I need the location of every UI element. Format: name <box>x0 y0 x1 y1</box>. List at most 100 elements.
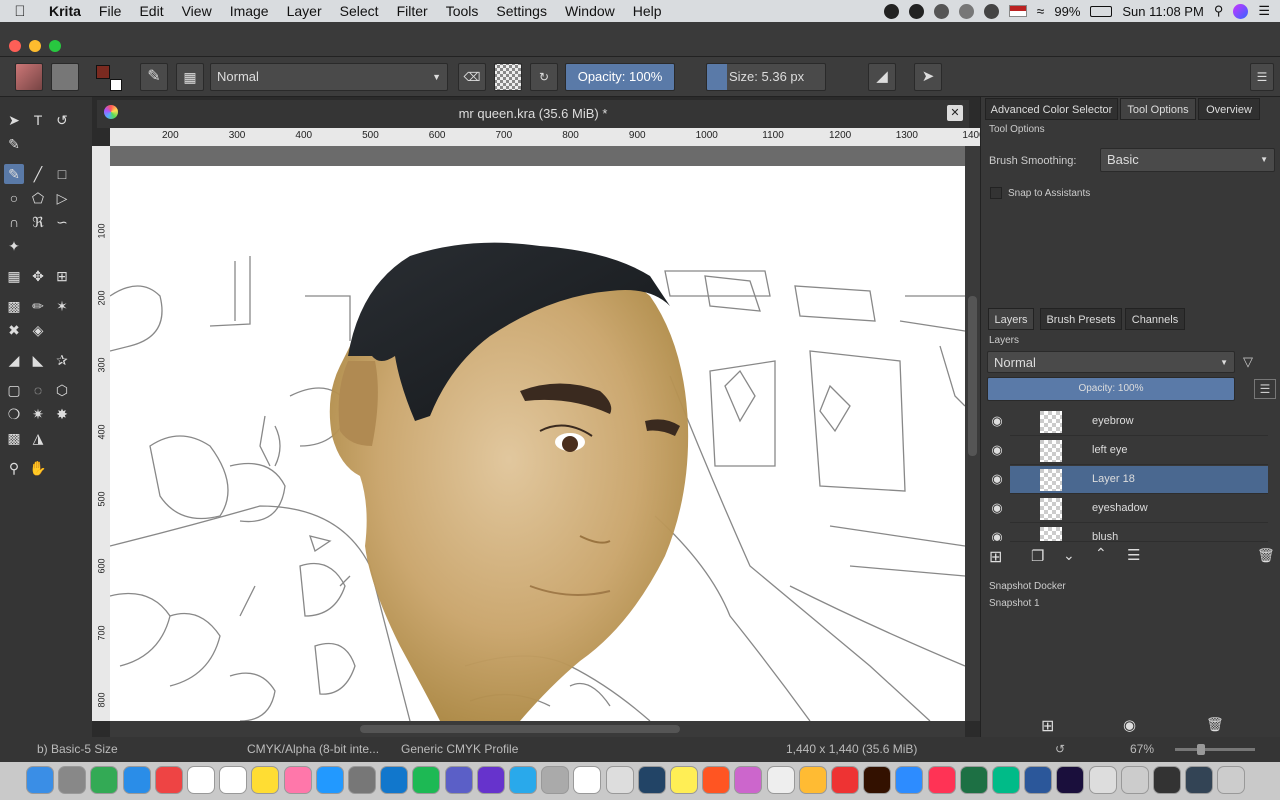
chrome-icon[interactable] <box>154 766 183 794</box>
hamburger-menu-icon[interactable]: ☰ <box>1250 63 1274 91</box>
headphones-icon[interactable] <box>958 3 974 19</box>
close-document-icon[interactable]: ✕ <box>947 105 963 121</box>
menu-image[interactable]: Image <box>221 3 278 19</box>
file-icon[interactable] <box>541 766 570 794</box>
layer-row-eyebrow[interactable]: eyebrow <box>1010 408 1268 436</box>
word-icon[interactable] <box>1024 766 1053 794</box>
contiguous-select-icon[interactable]: ✷ <box>28 404 48 424</box>
brush-preset-button[interactable]: ✎ <box>140 63 168 91</box>
layer-row-left-eye[interactable]: left eye <box>1010 437 1268 465</box>
telegram-icon[interactable] <box>509 766 537 794</box>
brave-icon[interactable] <box>702 766 731 794</box>
mission-control-icon[interactable] <box>90 766 119 794</box>
camera-icon[interactable]: ◉ <box>1123 716 1136 734</box>
visibility-eye-icon[interactable]: ◉ <box>988 529 1006 541</box>
canvas[interactable] <box>110 146 965 721</box>
visibility-eye-icon[interactable]: ◉ <box>988 442 1006 460</box>
layer-opacity-slider[interactable]: Opacity: 100% <box>987 377 1235 401</box>
screen-capture-icon[interactable] <box>1185 766 1214 794</box>
layer-row-eyeshadow[interactable]: eyeshadow <box>1010 495 1268 523</box>
menu-filter[interactable]: Filter <box>388 3 437 19</box>
duplicate-layer-icon[interactable]: ❐ <box>1031 547 1044 565</box>
photos-icon[interactable] <box>283 766 312 794</box>
menu-window[interactable]: Window <box>556 3 624 19</box>
wifi-icon[interactable]: ≈ <box>1037 3 1045 19</box>
reminders-icon[interactable] <box>219 766 248 794</box>
search-icon[interactable]: ⚲ <box>1214 3 1224 19</box>
move-layer-up-icon[interactable]: ⌃ <box>1095 545 1107 562</box>
tab-overview[interactable]: Overview <box>1198 98 1260 120</box>
tab-tool-options[interactable]: Tool Options <box>1120 98 1196 120</box>
status-zoom-level[interactable]: 67% <box>1130 737 1154 762</box>
siri-icon[interactable] <box>1233 3 1249 19</box>
chrome-canary-icon[interactable] <box>798 766 827 794</box>
menu-edit[interactable]: Edit <box>130 3 172 19</box>
filter-icon[interactable]: ▽ <box>1243 354 1253 370</box>
stickies-icon[interactable] <box>670 766 698 794</box>
rect-select-icon[interactable]: ▢ <box>4 380 24 400</box>
ellipse-select-icon[interactable]: ◌ <box>28 380 48 400</box>
pattern-preset-button[interactable] <box>51 63 79 91</box>
screenshot-icon[interactable] <box>1153 766 1181 794</box>
polygon-select-icon[interactable]: ⬡ <box>52 380 72 400</box>
sync-icon[interactable] <box>933 3 949 19</box>
menu-tools[interactable]: Tools <box>437 3 488 19</box>
rectangle-tool-icon[interactable]: □ <box>52 164 72 184</box>
help-icon[interactable] <box>766 766 795 794</box>
notes-icon[interactable] <box>251 766 280 794</box>
launchpad-icon[interactable] <box>58 766 87 794</box>
battery-icon[interactable] <box>1090 5 1113 17</box>
excel-icon[interactable] <box>959 766 988 794</box>
bezier-select-icon[interactable]: ▩ <box>4 428 24 448</box>
freehand-path-icon[interactable]: ℜ <box>28 212 48 232</box>
pin-tool-icon[interactable]: ✰ <box>52 350 72 370</box>
layer-properties-icon[interactable]: ☰ <box>1254 379 1276 399</box>
freehand-brush-icon[interactable]: ✎ <box>4 164 24 184</box>
webex-icon[interactable] <box>573 766 602 794</box>
tab-layers[interactable]: Layers <box>988 308 1034 330</box>
layer-row-blush[interactable]: blush <box>1010 524 1268 542</box>
zoom-icon[interactable] <box>895 766 924 794</box>
opacity-slider[interactable]: Opacity: 100% <box>565 63 675 91</box>
color-picker-icon[interactable]: ✏ <box>28 296 48 316</box>
finder-icon[interactable] <box>26 766 54 794</box>
foreground-color-swatch[interactable] <box>96 65 110 79</box>
creative-cloud-icon[interactable] <box>908 3 924 19</box>
documents-icon[interactable] <box>1088 766 1117 794</box>
menu-app-name[interactable]: Krita <box>40 3 90 19</box>
menu-view[interactable]: View <box>173 3 221 19</box>
close-window-button-dot[interactable] <box>9 40 21 52</box>
tab-brush-presets[interactable]: Brush Presets <box>1040 308 1122 330</box>
illustrator-icon[interactable] <box>863 766 892 794</box>
snapshot-delete-icon[interactable]: 🗑 <box>1206 716 1224 733</box>
krita-dock-icon[interactable] <box>734 766 763 794</box>
preview-icon[interactable] <box>605 766 634 794</box>
system-preferences-icon[interactable] <box>348 766 376 794</box>
multibrush-icon[interactable]: ✦ <box>4 236 24 256</box>
layer-settings-icon[interactable]: ☰ <box>1127 546 1140 564</box>
flag-icon[interactable] <box>1008 5 1027 17</box>
tab-channels[interactable]: Channels <box>1125 308 1185 330</box>
teams-icon[interactable] <box>444 766 473 794</box>
delete-layer-icon[interactable]: 🗑 <box>1257 547 1275 564</box>
zoom-slider[interactable] <box>1175 744 1255 755</box>
minimize-window-button[interactable] <box>29 40 41 52</box>
horizontal-scroll-thumb[interactable] <box>360 725 680 733</box>
record-icon[interactable] <box>883 3 899 19</box>
music-icon[interactable] <box>983 3 999 19</box>
calligraphy-icon[interactable]: ↺ <box>52 110 72 130</box>
add-layer-icon[interactable]: ⊞ <box>989 547 1002 567</box>
menu-settings[interactable]: Settings <box>487 3 556 19</box>
measure-tool-icon[interactable]: ◢ <box>4 350 24 370</box>
smart-patch-icon[interactable]: ✶ <box>52 296 72 316</box>
vertical-scroll-thumb[interactable] <box>968 296 977 456</box>
control-center-icon[interactable]: ☰ <box>1258 3 1270 19</box>
premiere-icon[interactable] <box>1056 766 1085 794</box>
zoom-tool-icon[interactable]: ⚲ <box>4 458 24 478</box>
polygon-tool-icon[interactable]: ⬠ <box>28 188 48 208</box>
clock[interactable]: Sun 11:08 PM <box>1122 4 1203 19</box>
dynamic-brush-icon[interactable]: ∽ <box>52 212 72 232</box>
imovie-icon[interactable] <box>476 766 505 794</box>
creative-cloud-dock-icon[interactable] <box>831 766 859 794</box>
bezier-tool-icon[interactable]: ∩ <box>4 212 24 232</box>
